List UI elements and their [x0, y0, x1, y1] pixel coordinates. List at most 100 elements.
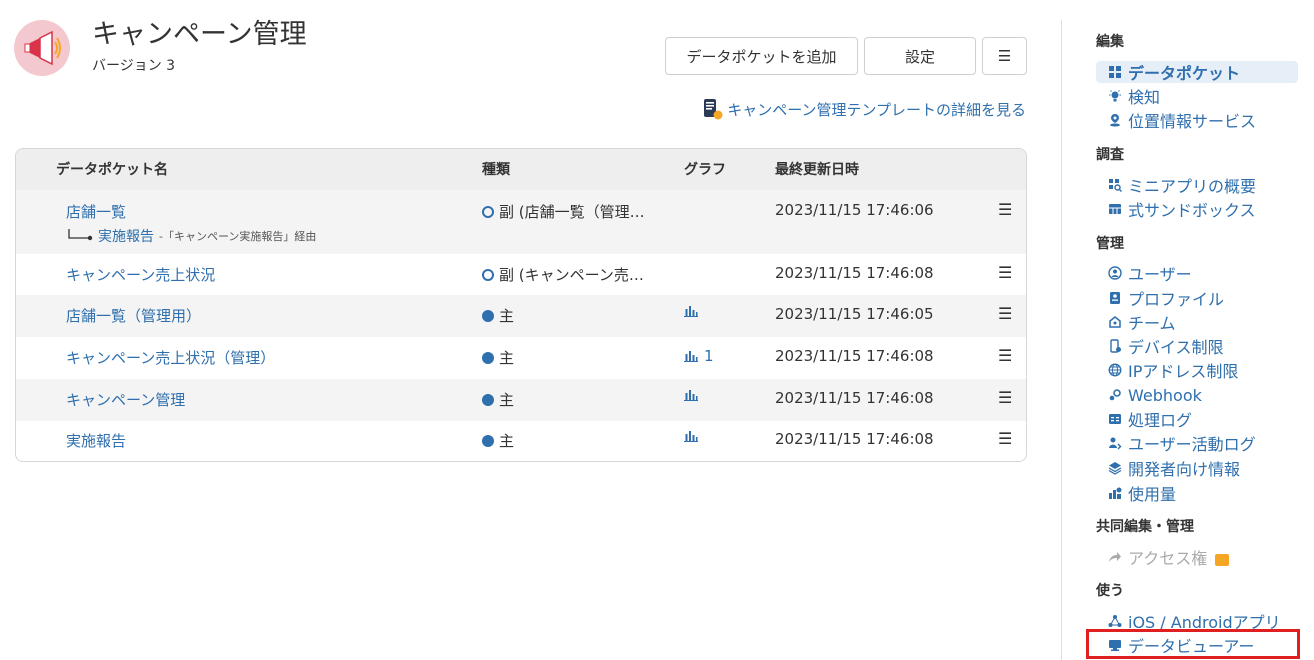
bar-chart-icon: [684, 390, 698, 401]
type-label: 主: [499, 432, 515, 450]
sidebar-item-processlog[interactable]: 処理ログ: [1096, 408, 1192, 430]
section-title-manage: 管理: [1096, 236, 1124, 252]
sidebar-item-label[interactable]: ミニアプリの概要: [1128, 173, 1256, 197]
settings-button[interactable]: 設定: [864, 37, 976, 75]
template-icon: [704, 99, 723, 120]
sidebar-item-webhook[interactable]: Webhook: [1096, 384, 1202, 406]
team-icon: [1108, 315, 1122, 329]
sidebar-item-label[interactable]: 検知: [1128, 84, 1160, 108]
row-menu-button[interactable]: ☰: [998, 304, 1012, 323]
user-circle-icon: [1108, 266, 1122, 280]
sidebar-item-label[interactable]: Webhook: [1128, 386, 1202, 405]
sidebar-item-ip[interactable]: IPアドレス制限: [1096, 359, 1238, 381]
section-title-use: 使う: [1096, 583, 1124, 599]
datapocket-name-link[interactable]: 店舗一覧（管理用）: [66, 305, 201, 326]
sidebar-item-miniapp[interactable]: ミニアプリの概要: [1096, 174, 1256, 196]
updated-cell: 2023/11/15 17:46:06: [775, 201, 934, 219]
bar-chart-icon: [684, 351, 698, 362]
sidebar-item-location[interactable]: 位置情報サービス: [1096, 109, 1256, 131]
table-row: 店舗一覧（管理用） 主 2023/11/15 17:46:05 ☰: [16, 295, 1026, 337]
add-datapocket-button[interactable]: データポケットを追加: [665, 37, 858, 75]
sidebar-item-activitylog[interactable]: ユーザー活動ログ: [1096, 432, 1256, 454]
sidebar-item-label[interactable]: チーム: [1128, 310, 1176, 334]
table-row: キャンペーン売上状況（管理） 主 1 2023/11/15 17:46:08 ☰: [16, 337, 1026, 379]
globe-icon: [1108, 363, 1122, 377]
sidebar-item-label[interactable]: デバイス制限: [1128, 334, 1224, 358]
sidebar-item-access[interactable]: アクセス権: [1096, 545, 1230, 569]
sidebar-item-datapocket[interactable]: データポケット: [1096, 61, 1298, 83]
row-menu-button[interactable]: ☰: [998, 388, 1012, 407]
sidebar-item-developer[interactable]: 開発者向け情報: [1096, 457, 1240, 479]
via-datapocket-link[interactable]: 実施報告: [98, 226, 154, 246]
sidebar-item-label[interactable]: IPアドレス制限: [1128, 358, 1238, 382]
graph-link[interactable]: [684, 430, 704, 442]
mobile-device-icon: [1108, 339, 1122, 353]
datapocket-name-link[interactable]: キャンペーン売上状況（管理）: [66, 347, 275, 368]
sidebar-item-device[interactable]: デバイス制限: [1096, 335, 1224, 357]
main-type-icon: [482, 309, 494, 322]
graph-count[interactable]: 1: [704, 347, 714, 365]
datapocket-name-link[interactable]: 店舗一覧: [66, 201, 126, 222]
graph-link[interactable]: [684, 305, 704, 317]
sidebar-item-usage[interactable]: 使用量: [1096, 482, 1176, 504]
sidebar-item-detect[interactable]: 検知: [1096, 85, 1160, 107]
apps-search-icon: [1108, 178, 1122, 192]
sidebar-item-users[interactable]: ユーザー: [1096, 262, 1192, 284]
sub-type-icon: [482, 205, 494, 218]
type-label: 副 (キャンペーン売…: [499, 266, 644, 284]
updated-cell: 2023/11/15 17:46:08: [775, 389, 934, 407]
sidebar-divider: [1061, 20, 1062, 660]
highlight-box: [1086, 629, 1300, 659]
table-icon: [1108, 202, 1122, 216]
datapocket-name-link[interactable]: キャンペーン売上状況: [66, 264, 215, 285]
row-menu-button[interactable]: ☰: [998, 200, 1012, 219]
template-link-label[interactable]: キャンペーン管理テンプレートの詳細を見る: [727, 99, 1026, 120]
sidebar-item-label[interactable]: 処理ログ: [1128, 407, 1192, 431]
type-cell: 主: [482, 305, 672, 326]
user-activity-icon: [1108, 436, 1122, 450]
header-menu-button[interactable]: ☰: [982, 37, 1027, 75]
sidebar-item-label[interactable]: ユーザー活動ログ: [1128, 431, 1256, 455]
main-type-icon: [482, 434, 494, 447]
row-menu-button[interactable]: ☰: [998, 263, 1012, 282]
sidebar-item-label[interactable]: データポケット: [1128, 60, 1240, 84]
version-label: バージョン 3: [92, 58, 176, 74]
updated-cell: 2023/11/15 17:46:08: [775, 347, 934, 365]
bar-chart-icon: [684, 431, 698, 442]
location-pin-icon: [1108, 113, 1122, 127]
template-details-link[interactable]: キャンペーン管理テンプレートの詳細を見る: [703, 98, 1026, 120]
updated-cell: 2023/11/15 17:46:05: [775, 305, 934, 323]
sidebar-item-label[interactable]: 開発者向け情報: [1128, 456, 1240, 480]
sidebar-item-label[interactable]: アクセス権: [1128, 545, 1207, 569]
page-title: キャンペーン管理: [92, 19, 307, 50]
share-arrow-icon: [1108, 550, 1122, 564]
datapocket-name-link[interactable]: 実施報告: [66, 430, 126, 451]
updated-cell: 2023/11/15 17:46:08: [775, 430, 934, 448]
main-type-icon: [482, 393, 494, 406]
sidebar-item-profile[interactable]: プロファイル: [1096, 287, 1224, 309]
sidebar-item-label[interactable]: プロファイル: [1128, 286, 1224, 310]
datapocket-table: データポケット名 種類 グラフ 最終更新日時 店舗一覧 実施報告 -「キャンペー…: [15, 148, 1027, 462]
datapocket-name-link[interactable]: キャンペーン管理: [66, 389, 185, 410]
column-header-name: データポケット名: [56, 162, 168, 178]
type-label: 副 (店舗一覧（管理…: [499, 203, 645, 221]
layers-icon: [1108, 461, 1122, 475]
section-title-collab: 共同編集・管理: [1096, 519, 1194, 535]
row-menu-button[interactable]: ☰: [998, 429, 1012, 448]
row-menu-button[interactable]: ☰: [998, 346, 1012, 365]
sidebar-item-team[interactable]: チーム: [1096, 311, 1176, 333]
sidebar-item-label[interactable]: 位置情報サービス: [1128, 108, 1256, 132]
updated-cell: 2023/11/15 17:46:08: [775, 264, 934, 282]
graph-link[interactable]: [684, 389, 704, 401]
type-cell: 主: [482, 430, 672, 451]
type-label: 主: [499, 307, 515, 325]
graph-link[interactable]: 1: [684, 347, 714, 365]
type-cell: 副 (店舗一覧（管理…: [482, 201, 672, 222]
sidebar-item-label[interactable]: 式サンドボックス: [1128, 197, 1256, 221]
app-icon: [14, 20, 70, 76]
type-cell: 副 (キャンペーン売…: [482, 264, 672, 285]
sidebar-item-label[interactable]: ユーザー: [1128, 261, 1192, 285]
sidebar-item-sandbox[interactable]: 式サンドボックス: [1096, 198, 1256, 220]
table-header-row: データポケット名 種類 グラフ 最終更新日時: [16, 149, 1026, 190]
sidebar-item-label[interactable]: 使用量: [1128, 481, 1176, 505]
